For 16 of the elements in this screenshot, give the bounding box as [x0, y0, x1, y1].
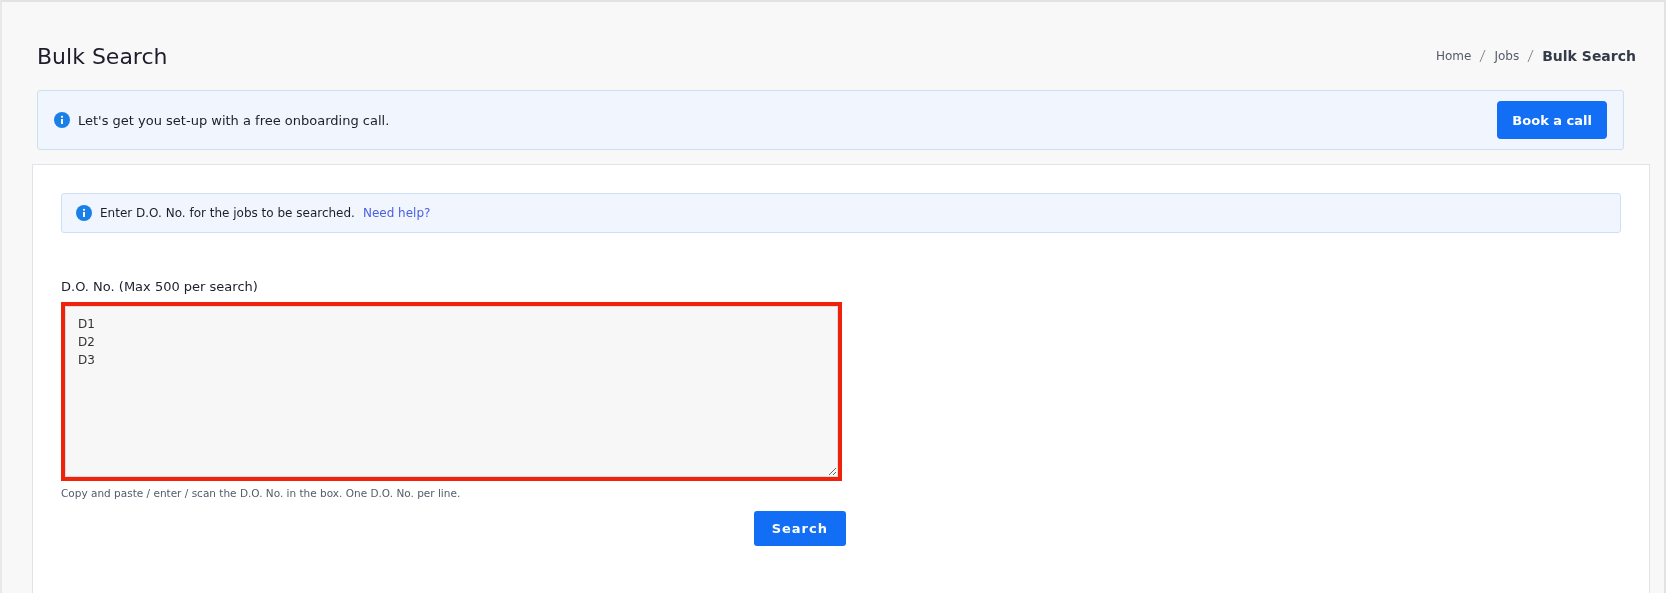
help-link[interactable]: Need help?	[362, 206, 431, 220]
search-button[interactable]: Search	[753, 511, 846, 546]
info-icon	[54, 112, 70, 128]
book-call-button[interactable]: Book a call	[1497, 101, 1607, 139]
breadcrumb-item[interactable]: Jobs	[1494, 49, 1520, 63]
page-title: Bulk Search	[37, 43, 168, 69]
banner-text: Let's get you set-up with a free onboarding call.	[78, 112, 390, 128]
info-icon	[76, 205, 92, 221]
breadcrumb-separator	[1479, 49, 1487, 63]
info-text: Enter D.O. No. for the jobs to be searched.	[100, 206, 355, 220]
do-number-field[interactable]: D1 D2 D3	[65, 306, 838, 477]
field-label: D.O. No. (Max 500 per search)	[61, 279, 259, 294]
field-hint: Copy and paste / enter / scan the D.O. No. in the box. One D.O. No. per line.	[61, 487, 462, 499]
breadcrumb-separator	[1527, 49, 1535, 63]
breadcrumb-item: Bulk Search	[1542, 48, 1636, 64]
breadcrumb-item[interactable]: Home	[1436, 49, 1472, 63]
